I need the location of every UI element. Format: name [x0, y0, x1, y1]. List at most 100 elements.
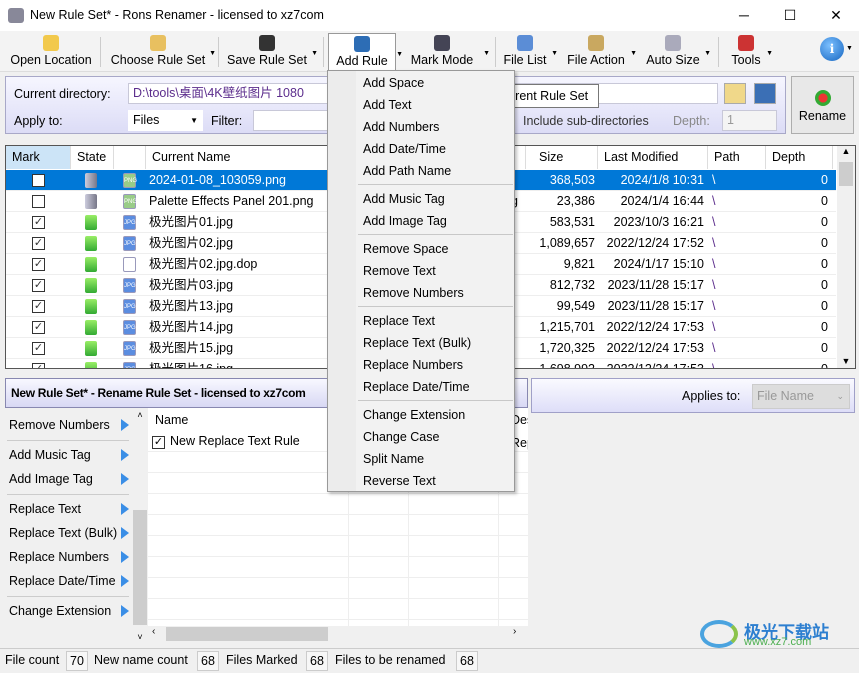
dropdown-arrow-icon[interactable]: ▼ — [551, 50, 558, 57]
path-cell: \ — [712, 320, 716, 334]
menu-item-add-numbers[interactable]: Add Numbers — [363, 116, 439, 138]
scroll-down-arrow[interactable]: ˅ — [133, 632, 147, 642]
menu-item-change-case[interactable]: Change Case — [363, 426, 439, 448]
file-table-scrollbar[interactable]: ▲ ▼ — [837, 146, 855, 368]
applies-to-select[interactable]: File Name ⌄ — [752, 384, 850, 409]
menu-item-remove-space[interactable]: Remove Space — [363, 238, 448, 260]
menu-item-split-name[interactable]: Split Name — [363, 448, 424, 470]
rule-palette-item[interactable]: Add Image Tag — [9, 469, 131, 489]
rule-row[interactable]: ✓ New Replace Text Rule — [152, 434, 300, 449]
png-file-icon: PNG — [123, 173, 137, 188]
depth-stepper[interactable]: 1 — [722, 110, 777, 131]
mark-checkbox[interactable]: ✓ — [32, 363, 45, 368]
browse-folder-button[interactable] — [724, 83, 746, 104]
scroll-up-arrow[interactable]: ˄ — [133, 410, 147, 420]
column-header-type[interactable] — [114, 146, 146, 169]
column-header-mark[interactable]: Mark — [6, 146, 71, 169]
scroll-thumb[interactable] — [166, 627, 328, 641]
column-header-state[interactable]: State — [71, 146, 114, 169]
column-header-depth[interactable]: Depth — [766, 146, 833, 169]
toolbar-label: Tools — [731, 53, 761, 67]
scroll-up-arrow[interactable]: ▲ — [837, 146, 855, 160]
arrow-right-icon — [121, 449, 129, 461]
column-header-last-modified[interactable]: Last Modified — [598, 146, 708, 169]
dropdown-arrow-icon[interactable]: ▼ — [704, 50, 711, 57]
state-edit-icon — [85, 278, 97, 293]
mark-checkbox[interactable]: ✓ — [32, 279, 45, 292]
rename-button[interactable]: Rename — [791, 76, 854, 134]
dropdown-arrow-icon[interactable]: ▼ — [311, 50, 318, 57]
mark-checkbox[interactable]: ✓ — [32, 300, 45, 313]
scroll-thumb[interactable] — [133, 510, 147, 625]
jpg-file-icon: JPG — [123, 320, 136, 335]
menu-item-replace-date-time[interactable]: Replace Date/Time — [363, 376, 470, 398]
menu-item-remove-text[interactable]: Remove Text — [363, 260, 436, 282]
menu-item-replace-numbers[interactable]: Replace Numbers — [363, 354, 463, 376]
menu-item-add-path-name[interactable]: Add Path Name — [363, 160, 451, 182]
column-header-path[interactable]: Path — [708, 146, 766, 169]
rule-enabled-checkbox[interactable]: ✓ — [152, 436, 165, 449]
menu-item-add-space[interactable]: Add Space — [363, 72, 424, 94]
maximize-button[interactable]: ☐ — [767, 0, 813, 31]
mark-checkbox[interactable]: ✓ — [32, 321, 45, 334]
toolbar-button-file-list[interactable]: File List ▼ — [500, 33, 558, 71]
mark-checkbox[interactable]: ✓ — [32, 216, 45, 229]
menu-item-add-image-tag[interactable]: Add Image Tag — [363, 210, 447, 232]
rule-palette-item[interactable]: Remove Numbers — [9, 415, 131, 435]
apply-to-select[interactable]: Files ▼ — [128, 110, 203, 131]
depth-cell: 0 — [821, 278, 828, 292]
rule-palette-item[interactable]: Replace Text (Bulk) — [9, 523, 131, 543]
close-button[interactable]: ✕ — [813, 0, 859, 31]
minimize-button[interactable]: ─ — [721, 0, 767, 31]
column-header-size[interactable]: Size — [533, 146, 598, 169]
refresh-button[interactable] — [754, 83, 776, 104]
help-info-button[interactable]: i — [820, 37, 844, 61]
scroll-right-arrow[interactable]: › — [513, 626, 516, 637]
rule-palette-item[interactable]: Replace Date/Time — [9, 571, 131, 591]
rule-palette-item[interactable]: Add Music Tag — [9, 445, 131, 465]
rule-palette-scrollbar[interactable]: ˄ ˅ — [133, 410, 147, 642]
last-modified-cell: 2023/10/3 16:21 — [613, 215, 704, 229]
toolbar-button-save-rule-set[interactable]: Save Rule Set ▼ — [224, 33, 318, 71]
menu-item-add-date-time[interactable]: Add Date/Time — [363, 138, 446, 160]
toolbar-button-open-location[interactable]: Open Location — [5, 33, 97, 71]
depth-label: Depth: — [673, 114, 710, 128]
png-file-icon: PNG — [123, 194, 137, 209]
dropdown-arrow-icon[interactable]: ▼ — [766, 50, 773, 57]
rule-palette-label: Replace Numbers — [9, 550, 110, 564]
menu-item-remove-numbers[interactable]: Remove Numbers — [363, 282, 464, 304]
size-cell: 1,698,992 — [539, 362, 595, 369]
rule-palette-item[interactable]: Replace Text — [9, 499, 131, 519]
toolbar-button-tools[interactable]: Tools ▼ — [727, 33, 773, 71]
dropdown-arrow-icon[interactable]: ▼ — [630, 50, 637, 57]
menu-item-add-text[interactable]: Add Text — [363, 94, 411, 116]
scroll-thumb[interactable] — [839, 162, 853, 186]
toolbar-button-mark-mode[interactable]: Mark Mode ▼ — [402, 33, 490, 71]
mark-checkbox[interactable]: ✓ — [32, 258, 45, 271]
toolbar-button-auto-size[interactable]: Auto Size ▼ — [643, 33, 711, 71]
toolbar-button-add-rule[interactable]: Add Rule ▼ — [328, 33, 403, 71]
mark-checkbox[interactable] — [32, 195, 45, 208]
rule-palette-item[interactable]: Change Extension — [9, 601, 131, 621]
help-dropdown-arrow[interactable]: ▼ — [846, 45, 853, 52]
h-scrollbar[interactable]: ‹ › — [148, 626, 528, 642]
dropdown-arrow-icon[interactable]: ▼ — [483, 50, 490, 57]
menu-item-add-music-tag[interactable]: Add Music Tag — [363, 188, 445, 210]
scroll-down-arrow[interactable]: ▼ — [837, 356, 855, 366]
mark-checkbox[interactable] — [32, 174, 45, 187]
include-subdirectories-checkbox[interactable]: Include sub-directories — [523, 114, 649, 128]
toolbar-button-choose-rule-set[interactable]: Choose Rule Set ▼ — [108, 33, 216, 71]
state-edit-icon — [85, 236, 97, 251]
mark-checkbox[interactable]: ✓ — [32, 342, 45, 355]
dropdown-arrow-icon[interactable]: ▼ — [209, 50, 216, 57]
toolbar-button-file-action[interactable]: File Action ▼ — [563, 33, 637, 71]
menu-item-replace-text[interactable]: Replace Text — [363, 310, 435, 332]
rule-palette-item[interactable]: Replace Numbers — [9, 547, 131, 567]
menu-item-change-extension[interactable]: Change Extension — [363, 404, 465, 426]
scroll-left-arrow[interactable]: ‹ — [152, 626, 155, 637]
applies-to-label: Applies to: — [682, 389, 741, 403]
mark-checkbox[interactable]: ✓ — [32, 237, 45, 250]
menu-separator — [358, 184, 513, 185]
menu-item-reverse-text[interactable]: Reverse Text — [363, 470, 436, 492]
menu-item-replace-text-bulk-[interactable]: Replace Text (Bulk) — [363, 332, 471, 354]
